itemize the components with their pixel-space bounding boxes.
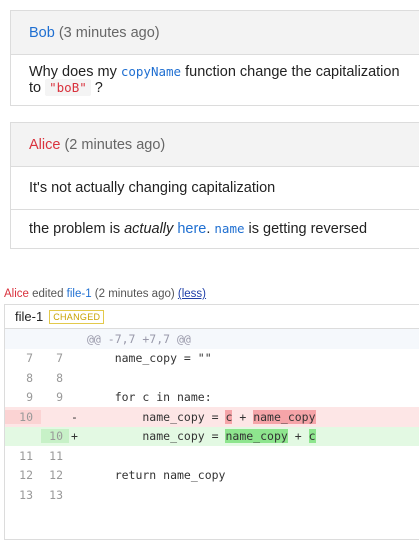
code-segment: name_copy =	[87, 409, 226, 424]
old-line-number[interactable]: 13	[5, 488, 41, 502]
comment-time: (2 minutes ago)	[64, 136, 166, 153]
comment-message: It's not actually changing capitalizatio…	[11, 167, 419, 209]
comment-alice: Alice (2 minutes ago) It's not actually …	[10, 122, 419, 249]
new-line-number[interactable]: 8	[41, 371, 69, 385]
comment-text: It's not actually changing capitalizatio…	[29, 180, 276, 196]
inline-code: "boB"	[45, 79, 91, 96]
new-line-number[interactable]: 10	[41, 429, 69, 444]
code-segment: +	[287, 429, 309, 444]
emphasis-text: actually	[124, 221, 174, 237]
edit-event: Alice edited file-1 (2 minutes ago) (les…	[4, 288, 206, 300]
old-line-number[interactable]: 10	[5, 409, 41, 424]
old-line-number[interactable]: 9	[5, 390, 41, 404]
comment-text: Why does my	[29, 64, 121, 80]
diff-filename[interactable]: file-1	[15, 309, 43, 324]
diff-sign: -	[71, 409, 78, 424]
comment-bob: Bob (3 minutes ago) Why does my copyName…	[10, 10, 419, 106]
diff-line-added: 10 + name_copy = name_copy + c	[5, 426, 419, 446]
hunk-header: @@ -7,7 +7,7 @@	[5, 329, 419, 349]
changed-badge: CHANGED	[49, 309, 105, 324]
old-line-number[interactable]: 8	[5, 371, 41, 385]
event-time: (2 minutes ago)	[91, 288, 178, 300]
diff-line: 13 13	[5, 485, 419, 505]
comment-text: ?	[90, 80, 103, 96]
code-text: name_copy = name_copy + c	[87, 429, 419, 444]
diff-sign: +	[71, 429, 78, 444]
comment-text: the problem is	[29, 221, 125, 237]
old-line-number[interactable]: 12	[5, 468, 41, 482]
changed-token: name_copy	[253, 409, 316, 424]
new-line-number[interactable]: 7	[41, 351, 69, 365]
diff-line: 88	[5, 368, 419, 388]
old-line-number[interactable]: 11	[5, 449, 41, 463]
diff-line: 77 name_copy = ""	[5, 349, 419, 369]
event-author[interactable]: Alice	[4, 288, 29, 300]
inline-code: name	[214, 221, 245, 236]
comment-text: is getting reversed	[244, 221, 368, 237]
event-text: edited	[28, 288, 67, 300]
comment-header: Bob (3 minutes ago)	[11, 11, 419, 55]
comment-message: the problem is actually here. name is ge…	[11, 209, 419, 248]
comment-header: Alice (2 minutes ago)	[11, 123, 419, 167]
code-segment: +	[232, 409, 254, 424]
code-text: name_copy = c + name_copy	[87, 409, 419, 424]
hunk-text: @@ -7,7 +7,7 @@	[87, 331, 191, 346]
new-line-number[interactable]: 13	[41, 488, 69, 502]
old-line-number[interactable]: 7	[5, 351, 41, 365]
diff-header: file-1 CHANGED	[5, 305, 419, 329]
comment-body: Why does my copyName function change the…	[11, 55, 419, 105]
diff-line: 99 for c in name:	[5, 388, 419, 408]
diff-line: 11 11	[5, 446, 419, 466]
event-file-link[interactable]: file-1	[67, 288, 92, 300]
less-toggle[interactable]: (less)	[178, 288, 206, 300]
here-link[interactable]: here	[177, 221, 206, 237]
diff-view: file-1 CHANGED @@ -7,7 +7,7 @@ 77 name_c…	[4, 304, 419, 540]
code-segment: name_copy =	[87, 429, 226, 444]
comment-author[interactable]: Alice	[29, 137, 60, 153]
diff-line: 12 12 return name_copy	[5, 466, 419, 486]
comment-author[interactable]: Bob	[29, 25, 55, 41]
inline-code: copyName	[120, 64, 182, 79]
new-line-number[interactable]: 11	[41, 449, 69, 463]
code-text: return name_copy	[87, 468, 226, 483]
changed-token: name_copy	[225, 429, 288, 444]
code-text: for c in name:	[87, 390, 212, 405]
new-line-number[interactable]: 12	[41, 468, 69, 482]
changed-token: c	[308, 429, 316, 444]
new-line-number[interactable]: 9	[41, 390, 69, 404]
code-text: name_copy = ""	[87, 351, 212, 366]
diff-line-deleted: 10 - name_copy = c + name_copy	[5, 407, 419, 427]
comment-time: (3 minutes ago)	[58, 24, 160, 41]
